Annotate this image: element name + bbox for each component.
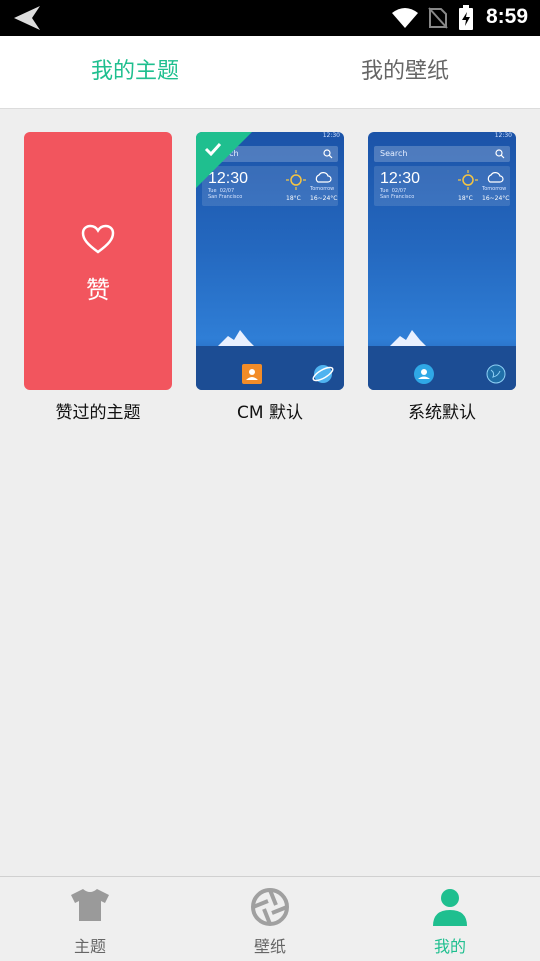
cloudy-icon [487,172,504,183]
preview-status-bar: 12:30 [494,132,512,139]
bottom-navigation: 主题 壁纸 我的 [0,876,540,961]
preview-tomorrow: Tomorrow [482,186,507,192]
preview-search-bar: Search [374,146,510,162]
status-bar: 8:59 [0,0,540,36]
preview-search-text: Search [380,149,408,158]
cm-default-theme-card[interactable]: 12:30 rch 12:30 Tue 02/07 San Francisco … [196,132,344,390]
preview-weather-widget: 12:30 Tue 02/07 San Francisco 18°C Tomor… [374,166,510,206]
battery-charging-icon [459,5,473,30]
sun-icon [286,170,306,190]
aperture-icon [251,888,289,926]
heart-icon [81,224,115,254]
tab-my-themes[interactable]: 我的主题 [0,36,270,108]
no-sim-icon [428,7,448,29]
system-default-theme-label: 系统默认 [408,403,476,423]
tab-my-wallpapers[interactable]: 我的壁纸 [270,36,540,108]
preview-date: Tue 02/07 San Francisco [208,188,243,200]
nav-label-themes: 主题 [73,937,106,956]
selected-corner [196,132,252,188]
cm-default-theme-label: CM 默认 [237,403,303,423]
preview-temp-tomorrow: 16~24°C [310,195,338,202]
tshirt-icon [71,889,109,921]
wifi-icon [392,8,418,28]
preview-temp-today: 18°C [458,195,473,202]
search-icon [323,149,333,159]
search-icon [495,149,505,159]
contacts-icon [242,364,262,384]
cloudy-icon [315,172,332,183]
nav-label-wallpapers: 壁纸 [253,937,286,956]
preview-temp-tomorrow: 16~24°C [482,195,510,202]
browser-icon [312,365,334,383]
checkmark-icon [204,142,222,156]
liked-themes-card[interactable]: 赞 [24,132,172,390]
preview-date: Tue 02/07 San Francisco [380,188,415,200]
liked-card-text: 赞 [86,276,110,304]
nav-item-wallpapers[interactable]: 壁纸 [180,877,360,961]
preview-clock: 12:30 [380,170,421,187]
contacts-icon [414,364,434,384]
preview-tomorrow: Tomorrow [310,186,335,192]
person-icon [433,889,467,926]
sun-icon [458,170,478,190]
preview-temp-today: 18°C [286,195,301,202]
nav-item-themes[interactable]: 主题 [0,877,180,961]
nav-item-mine[interactable]: 我的 [360,877,540,961]
liked-themes-label: 赞过的主题 [55,403,141,423]
nav-label-mine: 我的 [433,937,466,956]
status-time: 8:59 [485,5,528,28]
top-tab-bar: 我的主题 我的壁纸 [0,36,540,109]
navigation-arrow-icon [14,6,40,30]
globe-icon [486,364,506,384]
system-default-theme-card[interactable]: 12:30 Search 12:30 Tue 02/07 San Francis… [368,132,516,390]
